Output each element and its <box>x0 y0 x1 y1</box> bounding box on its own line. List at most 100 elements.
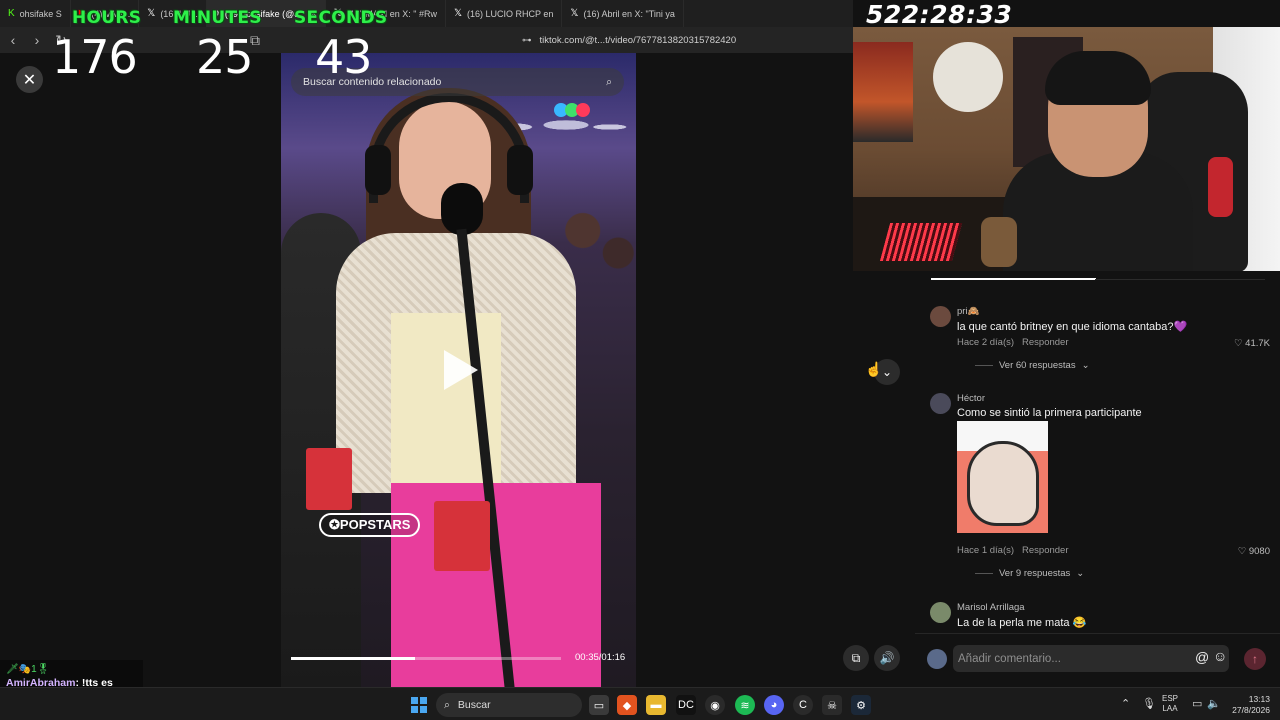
discord-icon[interactable]: ◕ <box>764 695 784 715</box>
send-comment-button[interactable]: ↑ <box>1244 648 1266 670</box>
reply-button[interactable]: Responder <box>1022 337 1068 348</box>
comment-item: Héctor Como se sintió la primera partici… <box>930 393 1275 588</box>
video-progress-bar[interactable] <box>291 657 561 660</box>
comment-input[interactable] <box>953 645 1229 672</box>
watermark-text: POPSTARS <box>339 517 411 532</box>
skull-app-icon[interactable]: ☠ <box>822 695 842 715</box>
reply-button[interactable]: Responder <box>1022 545 1068 556</box>
comment-text: la que cantó britney en que idioma canta… <box>957 321 1188 333</box>
steam-icon[interactable]: ⚙ <box>851 695 871 715</box>
picture-in-picture-button[interactable]: ⧉ <box>843 645 869 671</box>
comment-meta: Hace 1 día(s) Responder <box>957 545 1069 556</box>
arrow-up-icon: ↑ <box>1252 652 1258 666</box>
forward-icon[interactable]: › <box>30 32 44 48</box>
video-channel-logo <box>554 103 590 117</box>
streamer-webcam <box>853 27 1280 271</box>
avatar[interactable] <box>927 649 947 669</box>
url-field[interactable]: ⊶ tiktok.com/@t...t/video/76778138203157… <box>522 35 736 46</box>
edge-icon[interactable]: C <box>793 695 813 715</box>
comment-meta: Hace 2 día(s) Responder <box>957 337 1069 348</box>
file-explorer-icon[interactable]: ▬ <box>646 695 666 715</box>
volume-icon: 🔊 <box>879 651 895 665</box>
url-text: tiktok.com/@t...t/video/7677813820315782… <box>539 34 737 46</box>
chevron-down-icon: ⌄ <box>881 365 893 379</box>
emoji-icon[interactable]: ☺ <box>1213 648 1227 664</box>
sticker-drawing <box>967 441 1039 526</box>
volume-button[interactable]: 🔊 <box>874 645 900 671</box>
comment-username[interactable]: Héctor <box>957 393 985 404</box>
seconds-value: 43 <box>315 30 373 84</box>
webcam-streamer-hair <box>1045 51 1151 105</box>
x-icon: 𝕏 <box>147 8 156 19</box>
system-clock[interactable]: 13:13 27/8/2026 <box>1224 694 1270 716</box>
comment-item: Marisol Arrillaga La de la perla me mata… <box>930 602 1275 633</box>
x-icon: 𝕏 <box>453 8 463 19</box>
video-player[interactable]: Buscar contenido relacionado ⌕ ✪POPSTARS… <box>281 53 636 687</box>
dc-app-icon[interactable]: DC <box>676 695 696 715</box>
tabs-divider <box>1095 279 1265 280</box>
kick-icon: K <box>8 8 15 19</box>
search-icon[interactable]: ⌕ <box>606 76 612 89</box>
language-indicator[interactable]: ESP LAA <box>1162 694 1178 714</box>
comment-username[interactable]: Marisol Arrillaga <box>957 602 1025 613</box>
brave-browser-icon[interactable]: ◆ <box>617 695 637 715</box>
video-time: 00:35/01:16 <box>575 652 626 663</box>
webcam-mate-cup <box>981 217 1017 267</box>
view-replies-label: Ver 9 respuestas <box>999 568 1071 579</box>
hand-cursor-icon: ☝ <box>865 361 883 377</box>
speaker-icon[interactable]: 🔈 <box>1207 697 1221 710</box>
like-count: 41.7K <box>1245 338 1270 349</box>
chevron-down-icon: ⌄ <box>1076 568 1085 579</box>
avatar[interactable] <box>930 306 951 327</box>
comment-username[interactable]: pri🙈 <box>957 306 979 317</box>
back-icon[interactable]: ‹ <box>6 32 20 48</box>
chat-badges: 🗡🎭1🎖 <box>6 664 50 675</box>
screen: Kohsifake S ▶ (4) VAN... 𝕏 (16) LU... ♪ (99+)o… <box>0 0 1280 720</box>
video-badge-left <box>306 448 352 510</box>
seconds-label: SECONDS <box>294 8 388 28</box>
windows-start-icon[interactable] <box>411 697 427 713</box>
hours-label: HOURS <box>72 8 142 28</box>
avatar[interactable] <box>930 393 951 414</box>
browser-tab-label: (16) Abril en X: "Tini ya <box>583 8 675 19</box>
like-button[interactable]: ♡ 9080 <box>1238 546 1270 557</box>
microphone-icon[interactable]: 🎙 <box>1142 697 1156 710</box>
comments-tab-indicator <box>931 278 1096 280</box>
task-view-icon[interactable]: ▭ <box>589 695 609 715</box>
replies-divider <box>975 573 993 574</box>
browser-tab-label: ohsifake S <box>19 8 62 19</box>
browser-tab-label: (16) LUCIO RHCP en <box>467 8 554 19</box>
browser-tab[interactable]: Kohsifake S <box>0 0 71 27</box>
like-button[interactable]: ♡ 41.7K <box>1234 338 1270 349</box>
webcam-logo-sign <box>933 42 1003 112</box>
heart-icon: ♡ <box>1234 338 1243 349</box>
minutes-value: 25 <box>196 30 254 84</box>
chevron-down-icon: ⌄ <box>1081 360 1090 371</box>
obs-icon[interactable]: ◉ <box>705 695 725 715</box>
comment-text: La de la perla me mata 😂 <box>957 617 1087 629</box>
popstars-watermark: ✪POPSTARS <box>319 513 421 537</box>
replies-divider <box>975 365 993 366</box>
browser-tab[interactable]: 𝕏 (16) LUCIO RHCP en <box>446 0 563 27</box>
like-count: 9080 <box>1248 546 1270 557</box>
minutes-label: MINUTES <box>173 8 262 28</box>
avatar[interactable] <box>930 602 951 623</box>
site-info-icon[interactable]: ⊶ <box>522 35 532 46</box>
comment-item: pri🙈 la que cantó britney en que idioma … <box>930 306 1275 401</box>
close-video-button[interactable]: ✕ <box>16 66 43 93</box>
play-icon[interactable] <box>444 350 478 390</box>
network-icon[interactable]: ▭ <box>1192 697 1202 710</box>
webcam-poster <box>853 42 913 142</box>
view-replies-button[interactable]: Ver 9 respuestas ⌄ <box>975 568 1084 579</box>
spotify-icon[interactable]: ≋ <box>735 695 755 715</box>
comment-sticker-image[interactable] <box>957 421 1048 533</box>
browser-tab[interactable]: 𝕏 (16) Abril en X: "Tini ya <box>562 0 684 27</box>
mention-icon[interactable]: @ <box>1195 649 1209 665</box>
video-badge-center <box>434 501 490 571</box>
taskbar-search[interactable]: ⌕ Buscar <box>436 693 582 717</box>
chevron-up-icon[interactable]: ⌃ <box>1121 697 1130 710</box>
lang-code: ESP <box>1162 694 1179 703</box>
view-replies-button[interactable]: Ver 60 respuestas ⌄ <box>975 360 1090 371</box>
comments-panel: pri🙈 la que cantó britney en que idioma … <box>915 271 1280 633</box>
video-headphone-left <box>365 145 391 195</box>
